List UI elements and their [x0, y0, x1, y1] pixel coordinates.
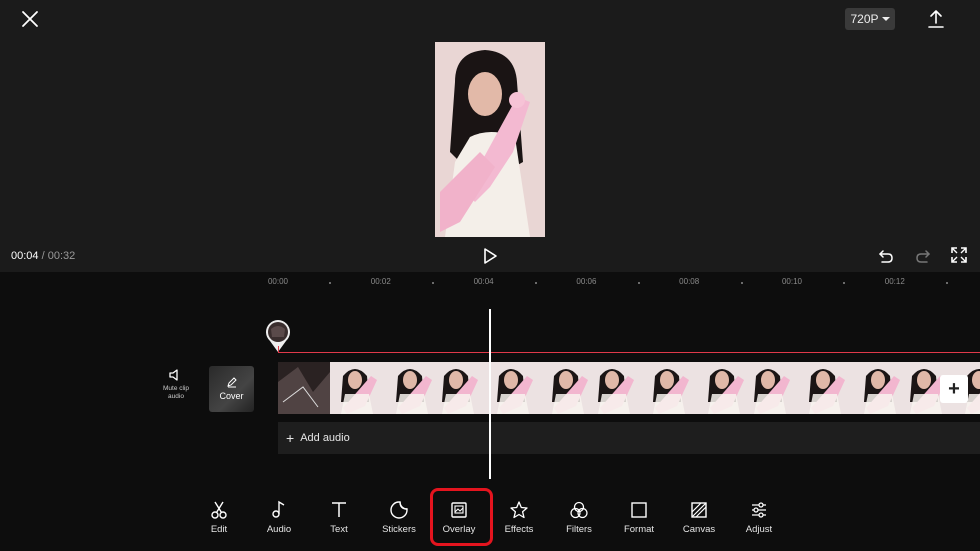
export-button[interactable]	[926, 8, 946, 30]
ruler-tick-dot	[740, 282, 743, 284]
filters-icon	[570, 501, 588, 519]
ruler-tick-label: 00:02	[370, 277, 391, 286]
selection-highlight	[430, 488, 493, 546]
add-clip-button[interactable]: +	[940, 375, 968, 403]
clip-thumbnail	[434, 362, 486, 414]
redo-button[interactable]	[914, 247, 932, 265]
current-time: 00:04	[11, 250, 39, 262]
tool-label: Audio	[266, 524, 292, 535]
sticker-icon	[390, 501, 408, 519]
clip-thumbnail	[850, 362, 902, 414]
playhead[interactable]	[489, 309, 491, 479]
edit-pen-icon	[227, 377, 237, 388]
tool-label: Stickers	[382, 524, 416, 535]
tool-label: Canvas	[682, 524, 716, 535]
ruler-tick-dot	[329, 282, 332, 284]
add-audio-button[interactable]: + Add audio	[278, 422, 980, 454]
tool-adjust[interactable]: Adjust	[729, 490, 789, 535]
tool-filters[interactable]: Filters	[549, 490, 609, 535]
tool-label: Effects	[504, 524, 534, 535]
time-display: 00:04 / 00:32	[11, 250, 75, 262]
video-preview[interactable]	[435, 42, 545, 237]
ruler-tick-dot	[432, 282, 435, 284]
tool-label: Text	[330, 524, 348, 535]
mute-clip-audio-button[interactable]: Mute clip audio	[155, 368, 197, 401]
tool-text[interactable]: Text	[309, 490, 369, 535]
preview-frame	[435, 42, 545, 237]
clip-thumbnail	[590, 362, 642, 414]
upload-icon	[928, 10, 944, 28]
ruler-tick-label: 00:06	[576, 277, 597, 286]
tool-label: Format	[623, 524, 655, 535]
tool-edit[interactable]: Edit	[189, 490, 249, 535]
close-icon	[22, 11, 38, 27]
undo-button[interactable]	[877, 247, 895, 265]
cover-label: Cover	[219, 391, 244, 401]
format-square-icon	[631, 502, 647, 518]
clip-thumbnail	[798, 362, 850, 414]
play-button[interactable]	[482, 247, 498, 265]
clip-thumbnail	[642, 362, 694, 414]
clip-thumbnail	[694, 362, 746, 414]
clip-thumbnail	[538, 362, 590, 414]
ruler-tick-dot	[843, 282, 846, 284]
ruler-tick-dot	[946, 282, 949, 284]
clip-thumbnail	[486, 362, 538, 414]
tool-canvas[interactable]: Canvas	[669, 490, 729, 535]
time-separator: /	[38, 250, 48, 262]
play-icon	[484, 248, 497, 264]
canvas-icon	[691, 502, 707, 518]
speaker-icon	[169, 369, 181, 381]
caret-down-icon	[881, 17, 890, 21]
ruler-tick-dot	[535, 282, 537, 284]
scissors-icon	[211, 501, 227, 519]
redo-icon	[916, 250, 930, 263]
text-icon	[332, 502, 346, 517]
ruler-tick-label: 00:12	[884, 277, 905, 286]
plus-icon: +	[948, 377, 960, 400]
tool-format[interactable]: Format	[609, 490, 669, 535]
tool-audio[interactable]: Audio	[249, 490, 309, 535]
tool-label: Edit	[210, 524, 228, 535]
fullscreen-icon	[951, 247, 967, 263]
ruler-tick-label: 00:08	[679, 277, 700, 286]
clip-thumbnail	[382, 362, 434, 414]
ruler-tick-dot	[637, 282, 640, 284]
video-clip-strip[interactable]	[278, 362, 980, 414]
mute-label-line2: audio	[168, 393, 184, 400]
tool-label: Adjust	[745, 524, 773, 535]
ruler-tick-label: 00:00	[267, 277, 289, 286]
cover-button[interactable]: Cover	[209, 366, 254, 412]
resolution-dropdown[interactable]: 720P	[845, 8, 895, 30]
add-audio-label: Add audio	[300, 432, 350, 444]
music-note-icon	[272, 500, 285, 518]
resolution-label: 720P	[850, 12, 879, 26]
track-line	[278, 352, 980, 353]
plus-icon: +	[286, 430, 295, 446]
undo-icon	[879, 250, 893, 263]
mute-label-line1: Mute clip	[162, 385, 189, 392]
timeline-ruler[interactable]: 00:00 00:02 00:04 00:06 00:08 00:10 00:12	[0, 277, 980, 291]
clip-thumbnail	[746, 362, 798, 414]
clip-thumbnail	[278, 362, 330, 414]
tool-label: Filters	[566, 524, 592, 535]
total-time: 00:32	[47, 250, 76, 262]
effects-star-icon	[510, 501, 528, 519]
close-button[interactable]	[19, 8, 41, 30]
ruler-tick-label: 00:10	[781, 277, 803, 286]
fullscreen-button[interactable]	[951, 247, 967, 263]
ruler-tick-label: 00:04	[473, 277, 494, 286]
tool-effects[interactable]: Effects	[489, 490, 549, 535]
clip-thumbnail	[330, 362, 382, 414]
tool-stickers[interactable]: Stickers	[369, 490, 429, 535]
adjust-sliders-icon	[752, 502, 766, 518]
